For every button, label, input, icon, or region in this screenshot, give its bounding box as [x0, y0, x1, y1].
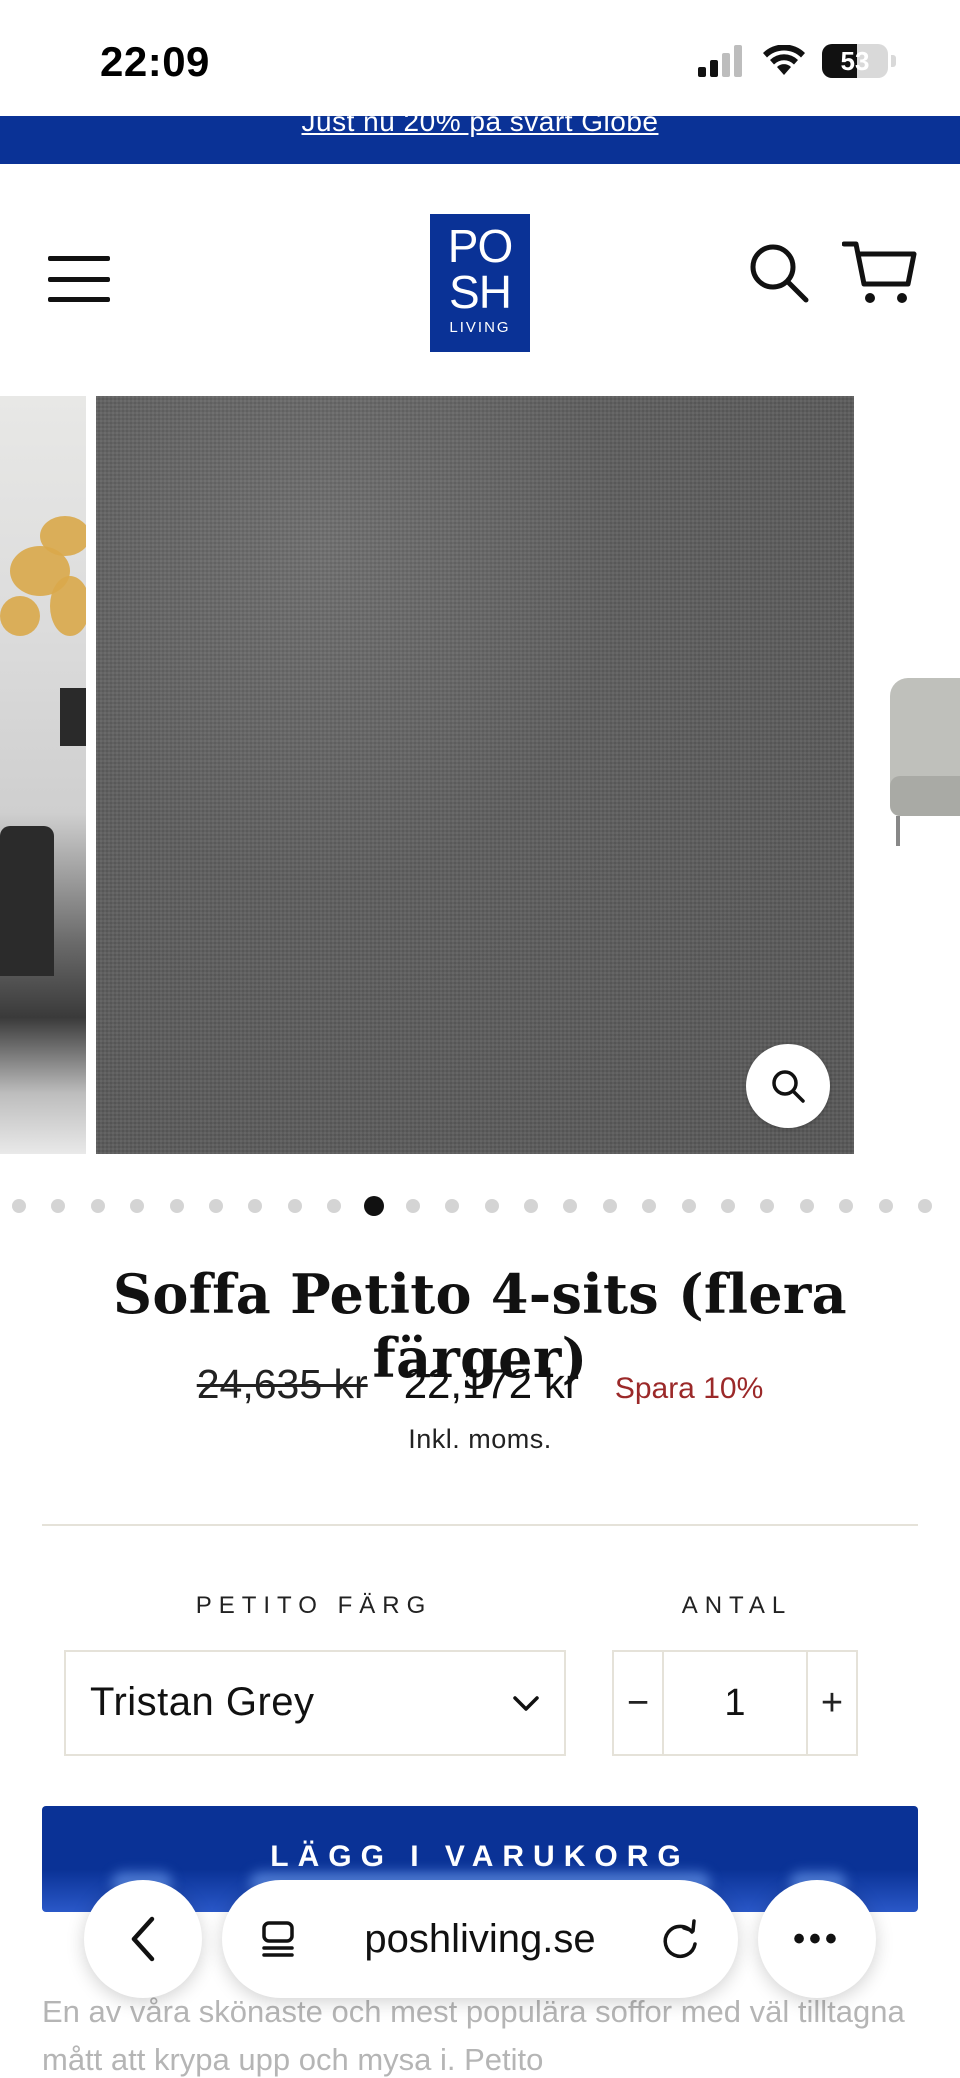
pagination-dot[interactable] — [445, 1199, 460, 1213]
color-select[interactable]: Tristan Grey — [64, 1650, 566, 1756]
status-bar: 22:09 53 — [0, 0, 960, 116]
pagination-dot[interactable] — [484, 1199, 499, 1213]
browser-toolbar: poshliving.se ••• — [0, 1870, 960, 2000]
url-text[interactable]: poshliving.se — [364, 1917, 595, 1962]
pagination-dot[interactable] — [12, 1199, 26, 1213]
announcement-link[interactable]: Just nu 20% på svart Globe — [0, 116, 960, 138]
brand-logo[interactable]: PO SH LIVING — [430, 214, 530, 352]
more-icon: ••• — [793, 1919, 841, 1958]
pagination-dot[interactable] — [524, 1199, 539, 1213]
pagination-dot[interactable] — [130, 1199, 145, 1213]
pagination-dot[interactable] — [90, 1199, 105, 1213]
logo-line-1: PO — [447, 220, 513, 272]
pagination-dot[interactable] — [721, 1199, 736, 1213]
divider — [42, 1524, 918, 1526]
tabs-icon[interactable] — [260, 1919, 300, 1959]
battery-icon: 53 — [822, 44, 888, 78]
sale-price: 22,172 kr — [403, 1360, 579, 1407]
color-label: PETITO FÄRG — [195, 1592, 433, 1619]
quantity-increase-button[interactable]: + — [806, 1652, 856, 1754]
battery-tip — [891, 55, 896, 67]
product-gallery[interactable] — [0, 394, 960, 1154]
gallery-slide-previous[interactable] — [0, 396, 86, 1154]
pagination-dot[interactable] — [681, 1199, 696, 1213]
zoom-button[interactable] — [746, 1044, 830, 1128]
browser-back-button[interactable] — [84, 1880, 202, 1998]
chevron-down-icon — [513, 1696, 539, 1711]
pagination-dot[interactable] — [327, 1199, 342, 1213]
gallery-pagination[interactable] — [12, 1194, 960, 1218]
pagination-dot[interactable] — [642, 1199, 657, 1213]
color-select-value: Tristan Grey — [90, 1680, 315, 1724]
search-icon[interactable] — [748, 242, 810, 304]
add-to-cart-label: LÄGG I VARUKORG — [270, 1840, 690, 1873]
pagination-dot[interactable] — [563, 1199, 578, 1213]
save-badge: Spara 10% — [614, 1372, 764, 1405]
site-header: PO SH LIVING — [0, 164, 960, 394]
original-price: 24,635 kr — [196, 1361, 368, 1407]
pagination-dot[interactable] — [760, 1199, 775, 1213]
quantity-decrease-button[interactable]: − — [614, 1652, 664, 1754]
pagination-dot[interactable] — [878, 1199, 893, 1213]
status-icons: 53 — [698, 44, 896, 78]
quantity-label: ANTAL — [681, 1592, 793, 1619]
pagination-dot-active[interactable] — [363, 1196, 384, 1216]
price-row: 24,635 kr 22,172 kr Spara 10% — [0, 1360, 960, 1408]
tax-note: Inkl. moms. — [408, 1424, 552, 1454]
announcement-bar: Just nu 20% på svart Globe — [0, 116, 960, 164]
wifi-icon — [763, 45, 805, 75]
product-description: En av våra skönaste och mest populära so… — [42, 1994, 905, 2077]
pagination-dot[interactable] — [917, 1199, 932, 1213]
logo-line-3: LIVING — [449, 319, 511, 336]
cart-icon[interactable] — [842, 240, 918, 308]
browser-more-button[interactable]: ••• — [758, 1880, 876, 1998]
status-time: 22:09 — [100, 38, 210, 85]
quantity-input[interactable]: 1 — [664, 1652, 806, 1754]
quantity-stepper: − 1 + — [612, 1650, 858, 1756]
logo-line-2: SH — [449, 266, 512, 318]
zoom-icon — [772, 1070, 805, 1103]
cellular-signal-icon — [698, 45, 742, 77]
menu-icon[interactable] — [48, 256, 110, 302]
pagination-dot[interactable] — [405, 1199, 420, 1213]
gallery-slide-next[interactable] — [884, 396, 960, 1154]
gallery-slide-fabric-swatch[interactable] — [96, 396, 854, 1154]
pagination-dot[interactable] — [799, 1199, 814, 1213]
chevron-left-icon — [131, 1916, 155, 1962]
pagination-dot[interactable] — [169, 1199, 184, 1213]
address-bar[interactable]: poshliving.se — [222, 1880, 738, 1998]
pagination-dot[interactable] — [602, 1199, 617, 1213]
reload-icon[interactable] — [660, 1918, 700, 1960]
pagination-dot[interactable] — [51, 1199, 66, 1213]
pagination-dot[interactable] — [248, 1199, 263, 1213]
pagination-dot[interactable] — [287, 1199, 302, 1213]
pagination-dot[interactable] — [208, 1199, 223, 1213]
pagination-dot[interactable] — [839, 1199, 854, 1213]
battery-percent: 53 — [840, 46, 870, 76]
